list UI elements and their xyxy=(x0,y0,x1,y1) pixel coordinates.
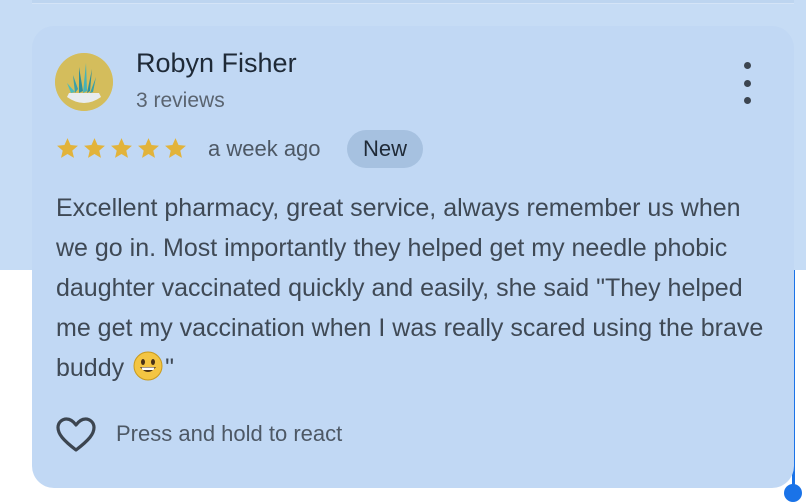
star-icon xyxy=(84,138,105,158)
star-icon xyxy=(57,138,78,158)
previous-review-card-edge xyxy=(32,0,794,4)
review-text: Excellent pharmacy, great service, alway… xyxy=(56,188,766,388)
more-options-button[interactable] xyxy=(732,62,762,104)
star-rating xyxy=(55,136,188,161)
more-vertical-icon xyxy=(743,79,751,87)
scrollbar-thumb[interactable] xyxy=(784,484,802,502)
heart-outline-icon[interactable] xyxy=(55,416,97,454)
grinning-face-icon xyxy=(133,351,163,381)
review-text-end: " xyxy=(165,354,174,382)
more-vertical-icon xyxy=(743,62,751,69)
more-vertical-icon xyxy=(743,97,751,104)
author-review-count: 3 reviews xyxy=(136,89,225,112)
star-icon xyxy=(165,138,186,158)
star-icon xyxy=(138,138,159,158)
react-label[interactable]: Press and hold to react xyxy=(116,421,342,447)
review-card: Robyn Fisher 3 reviews a week ago New Ex… xyxy=(32,26,794,488)
review-time: a week ago xyxy=(208,136,321,161)
author-name[interactable]: Robyn Fisher xyxy=(136,48,297,79)
author-avatar[interactable] xyxy=(55,53,113,111)
succulent-plant-avatar-icon xyxy=(55,53,113,111)
new-badge: New xyxy=(347,130,424,168)
star-icon xyxy=(111,138,132,158)
